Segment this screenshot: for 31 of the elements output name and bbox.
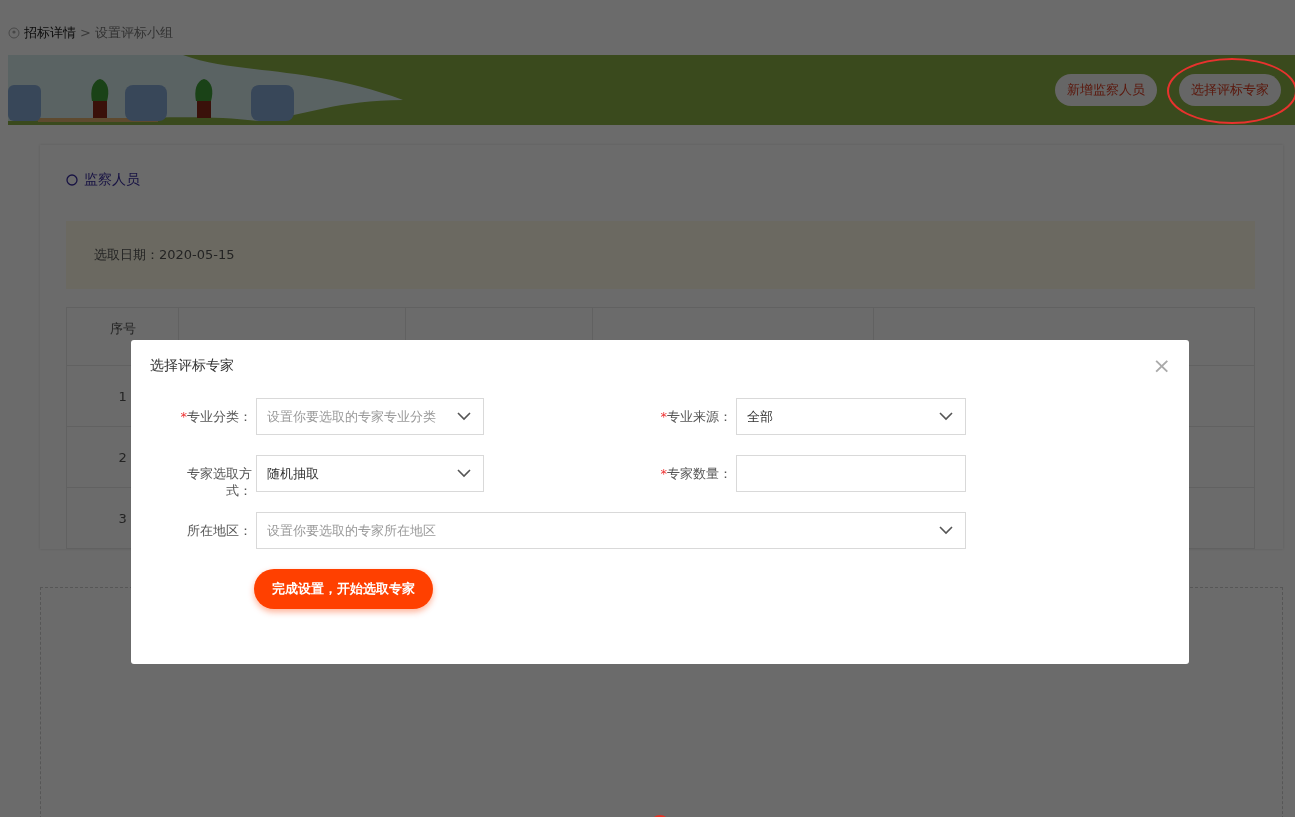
chevron-down-icon: [457, 469, 471, 478]
select-field[interactable]: 设置你要选取的专家专业分类: [256, 398, 484, 435]
chevron-down-icon: [457, 412, 471, 421]
breadcrumb-separator: >: [80, 25, 91, 40]
dialog-title: 选择评标专家: [150, 357, 234, 375]
select-field[interactable]: 全部: [736, 398, 966, 435]
chevron-down-icon: [939, 526, 953, 535]
input-field[interactable]: [736, 455, 966, 492]
required-mark: *: [180, 409, 187, 424]
breadcrumb-link[interactable]: 招标详情: [24, 23, 76, 42]
chevron-down-icon: [939, 412, 953, 421]
field-label: 专业分类：: [187, 407, 252, 426]
field-label: 专家选取方式：: [187, 465, 252, 499]
field-label: 专家数量：: [667, 464, 732, 483]
table-cell: 2: [118, 449, 127, 465]
required-mark: *: [660, 466, 667, 481]
circle-icon: [66, 174, 78, 186]
start-selection-button[interactable]: 完成设置，开始选取专家: [254, 569, 433, 609]
banner-button[interactable]: 新增监察人员: [1055, 74, 1157, 106]
close-button[interactable]: ×: [1152, 356, 1171, 376]
field-label: 所在地区：: [187, 521, 252, 540]
section-title: 监察人员: [84, 171, 140, 189]
select-field[interactable]: 设置你要选取的专家所在地区: [256, 512, 966, 549]
banner-button[interactable]: 选择评标专家: [1179, 74, 1281, 106]
table-cell: 1: [118, 388, 127, 404]
select-field[interactable]: 随机抽取: [256, 455, 484, 492]
column-header: 序号: [109, 321, 136, 336]
table-cell: 3: [118, 510, 127, 526]
field-label: 专业来源：: [667, 407, 732, 426]
required-mark: *: [660, 409, 667, 424]
selection-date: 选取日期：2020-05-15: [94, 246, 235, 264]
